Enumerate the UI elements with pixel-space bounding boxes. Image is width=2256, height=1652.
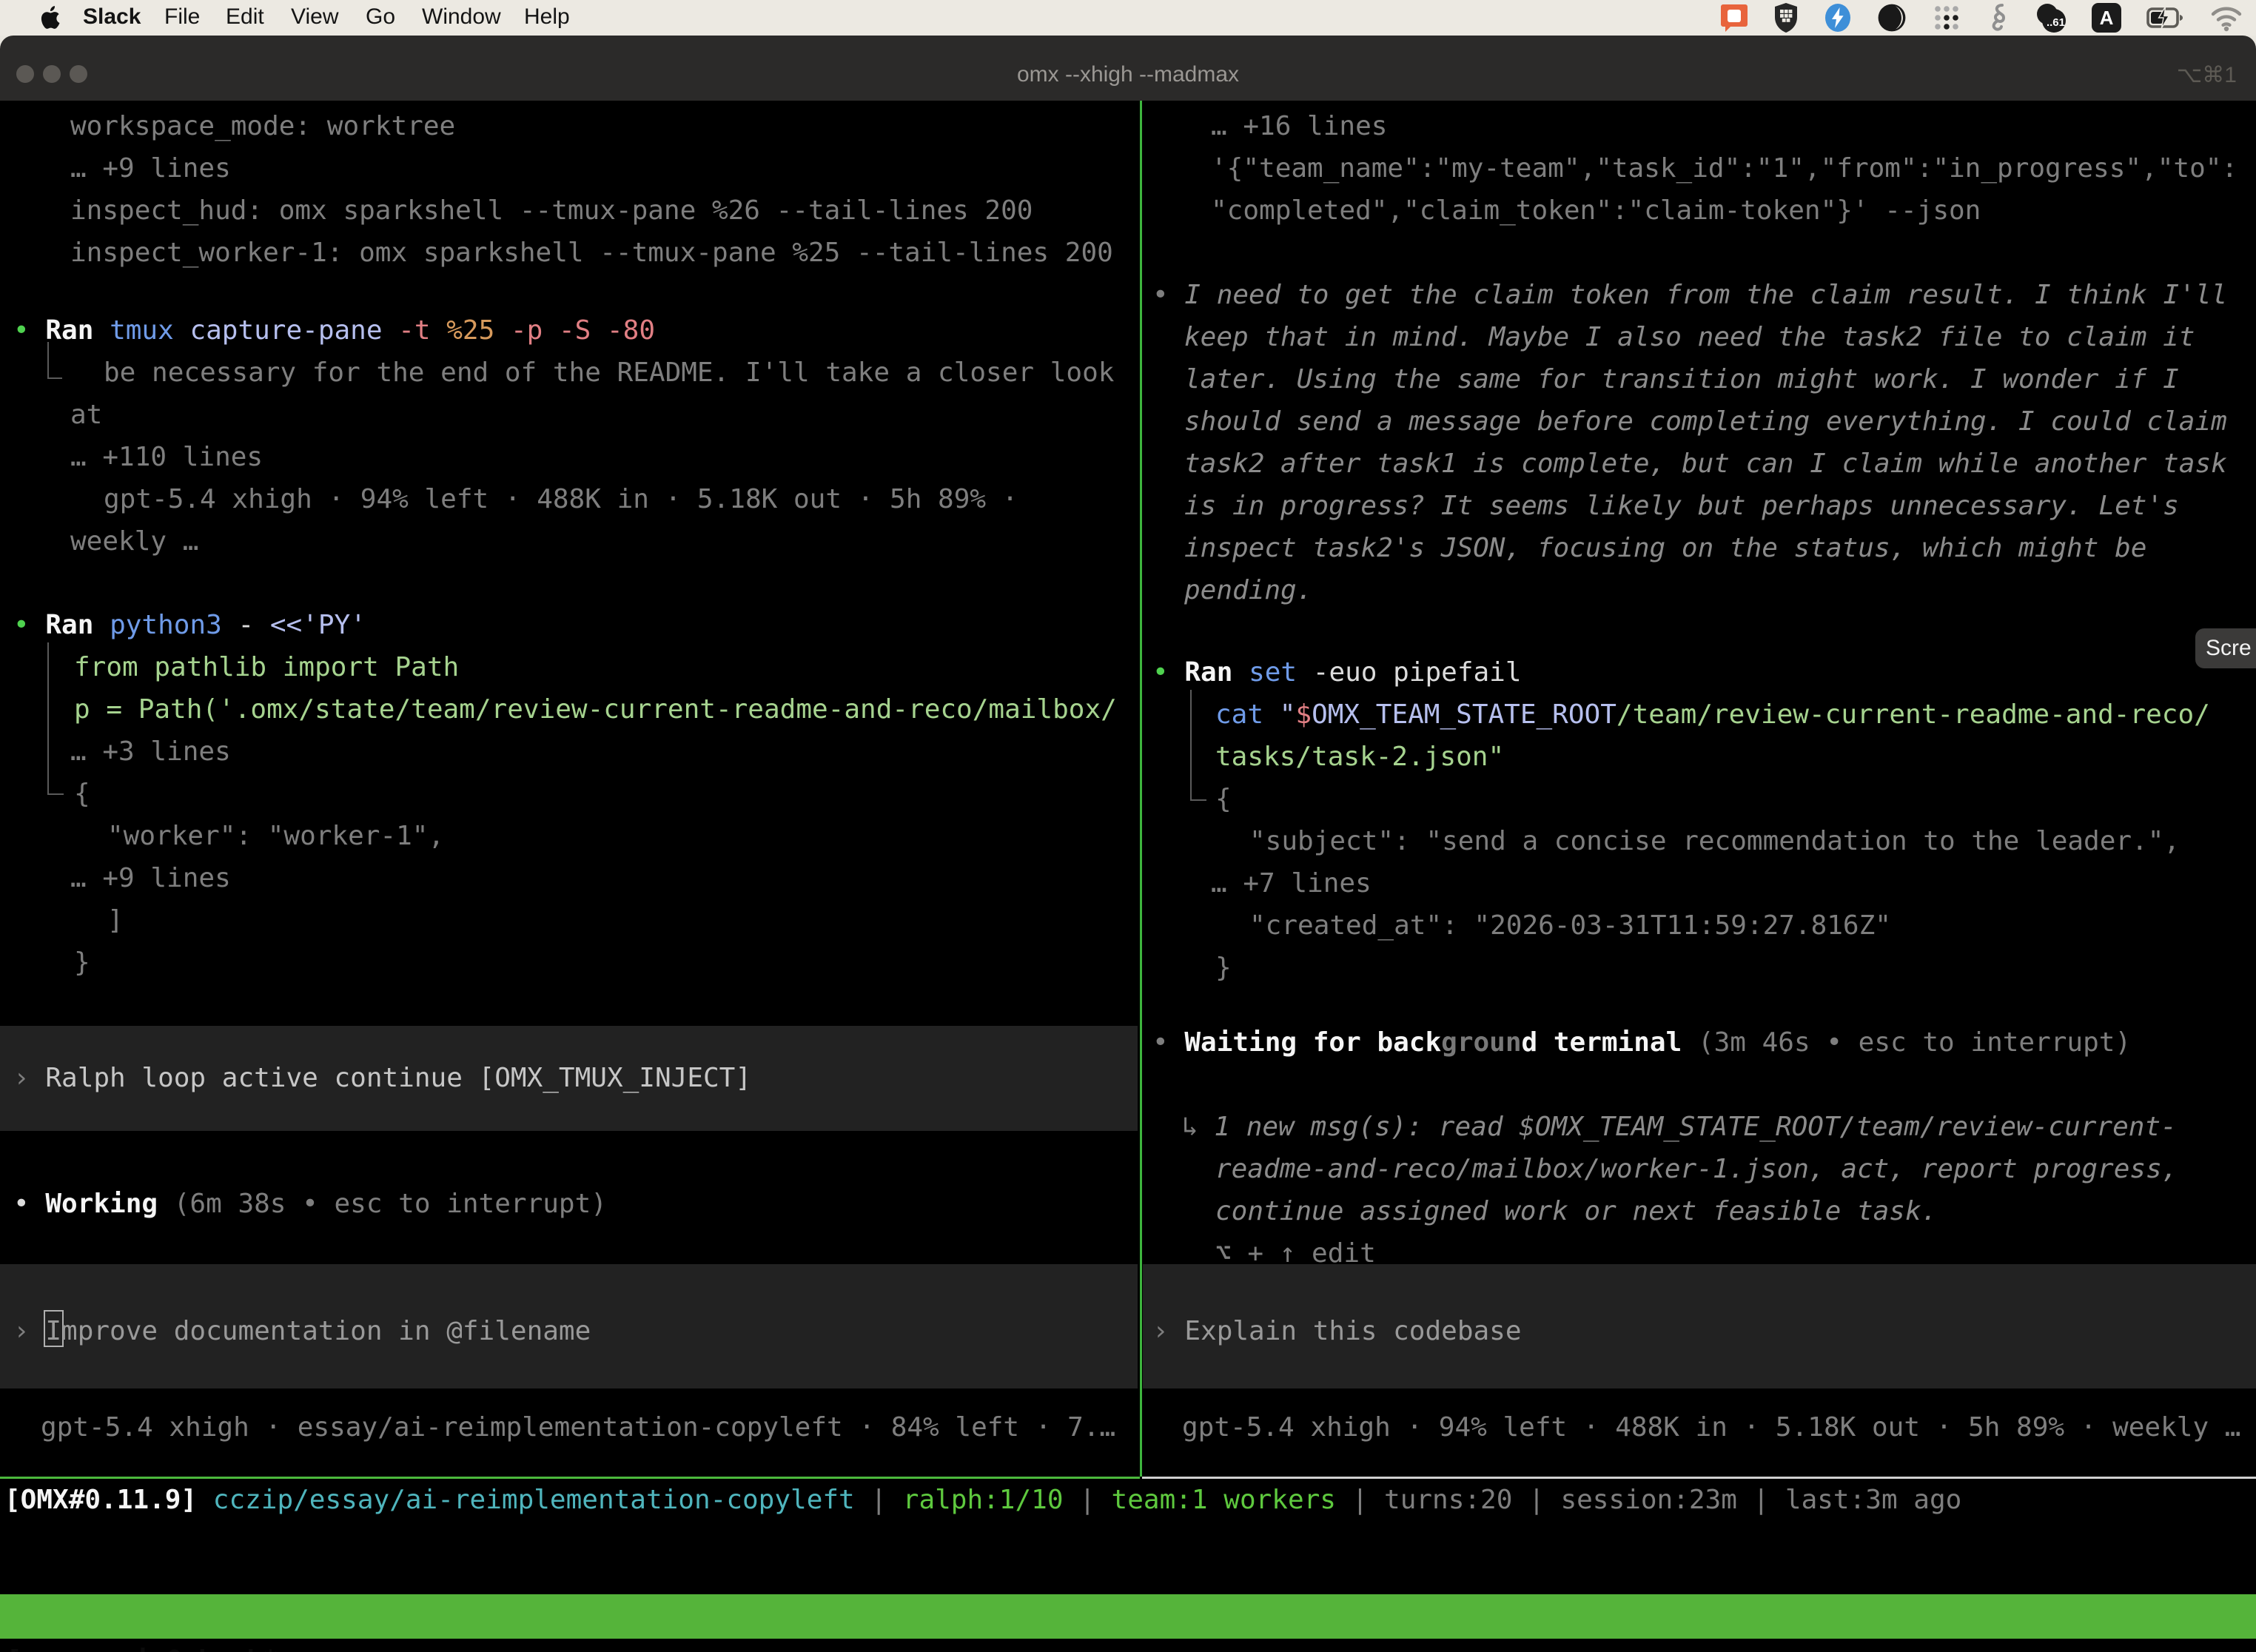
input-source-letter: A: [2100, 7, 2114, 30]
terminal-line: }: [1215, 947, 1232, 989]
status-segment: |: [1352, 1485, 1384, 1515]
terminal-line: be necessary for the end of the README. …: [104, 352, 1114, 394]
battery-percent-text: ..61: [2047, 16, 2065, 29]
omx-status-line: [OMX#0.11.9] cczip/essay/ai-reimplementa…: [4, 1479, 1961, 1521]
terminal-line: weekly …: [70, 520, 198, 563]
status-segment: |: [1753, 1485, 1785, 1515]
terminal-line: … +16 lines: [1211, 105, 1387, 147]
status-segment: ralph:1/10: [903, 1485, 1079, 1515]
status-segment: [OMX#0.11.9]: [4, 1485, 213, 1515]
menu-item-file[interactable]: File: [164, 4, 200, 30]
menu-item-edit[interactable]: Edit: [226, 4, 264, 30]
terminal-line: should send a message before completing …: [1184, 400, 2227, 443]
tmux-session-label: [omx-cczip0:bash*: [6, 1639, 278, 1652]
terminal-line: "completed","claim_token":"claim-token"}…: [1211, 189, 1981, 232]
window-title: omx --xhigh --madmax: [0, 62, 2256, 87]
status-segment: team:1 workers: [1112, 1485, 1352, 1515]
tmux-status-bar: [omx-cczip0:bash* "MacBook-Pro-44.local"…: [0, 1594, 2256, 1639]
terminal-line: ↳ 1 new msg(s): read $OMX_TEAM_STATE_ROO…: [1182, 1106, 2177, 1148]
status-segment: last:3m ago: [1785, 1485, 1961, 1515]
lightning-badge-icon[interactable]: [1824, 3, 1852, 33]
terminal-line: cat "$OMX_TEAM_STATE_ROOT/team/review-cu…: [1215, 694, 2210, 736]
terminal-line: … +7 lines: [1211, 862, 1372, 904]
shield-icon[interactable]: [1773, 2, 1799, 33]
terminal-line: {: [1215, 778, 1232, 820]
dots-grid-icon[interactable]: [1932, 3, 1961, 33]
terminal-line: › Explain this codebase: [1152, 1310, 1522, 1352]
input-source-a-badge[interactable]: A: [2092, 3, 2121, 33]
terminal-line: inspect task2's JSON, focusing on the st…: [1184, 527, 2146, 569]
terminal-line: task2 after task1 is complete, but can I…: [1184, 443, 2227, 485]
terminal-line: ⌥ + ↑ edit: [1215, 1232, 1376, 1275]
terminal-line: • Ran python3 - <<'PY': [13, 604, 366, 646]
terminal-line: gpt-5.4 xhigh · 94% left · 488K in · 5.1…: [1182, 1406, 2240, 1448]
terminal-line: pending.: [1184, 569, 1312, 611]
connector-line: [1190, 690, 1206, 801]
terminal-line: • Waiting for background terminal (3m 46…: [1152, 1021, 2131, 1064]
terminal-line: continue assigned work or next feasible …: [1215, 1190, 1937, 1232]
terminal-line: "worker": "worker-1",: [107, 815, 444, 857]
terminal-line: › Ralph loop active continue [OMX_TMUX_I…: [13, 1057, 751, 1099]
status-segment: |: [1079, 1485, 1111, 1515]
terminal-line: › Improve documentation in @filename: [13, 1310, 591, 1352]
terminal-line: }: [74, 941, 90, 984]
status-segment: |: [870, 1485, 902, 1515]
terminal-line: … +9 lines: [70, 147, 231, 189]
terminal-line: tasks/task-2.json": [1215, 736, 1504, 778]
menu-bar-status-icons: ..61 A: [1720, 0, 2243, 36]
terminal-line: gpt-5.4 xhigh · essay/ai-reimplementatio…: [41, 1406, 1115, 1448]
menu-item-go[interactable]: Go: [366, 4, 395, 30]
terminal-line: • Ran set -euo pipefail: [1152, 651, 1522, 694]
terminal-line: inspect_worker-1: omx sparkshell --tmux-…: [70, 232, 1113, 274]
screen-share-overlay[interactable]: Scre: [2195, 628, 2256, 668]
terminal-line: "created_at": "2026-03-31T11:59:27.816Z": [1249, 904, 1891, 947]
terminal-line: p = Path('.omx/state/team/review-current…: [74, 688, 1117, 731]
chat-bubble-icon[interactable]: [1720, 3, 1748, 33]
wifi-icon[interactable]: [2210, 4, 2243, 32]
terminal-line: ]: [107, 899, 124, 941]
terminal-window[interactable]: workspace_mode: worktree… +9 linesinspec…: [0, 101, 2256, 1652]
status-segment: cczip/essay/ai-reimplementation-copyleft: [213, 1485, 871, 1515]
terminal-line: later. Using the same for transition mig…: [1184, 358, 2179, 400]
terminal-line: readme-and-reco/mailbox/worker-1.json, a…: [1215, 1148, 2178, 1190]
terminal-line: • I need to get the claim token from the…: [1152, 274, 2227, 316]
terminal-line: • Working (6m 38s • esc to interrupt): [13, 1183, 607, 1225]
crescent-icon[interactable]: [1877, 3, 1907, 33]
thread-icon[interactable]: [1987, 2, 2009, 33]
status-segment: turns:20: [1384, 1485, 1528, 1515]
terminal-line: "subject": "send a concise recommendatio…: [1249, 820, 2180, 862]
menu-item-help[interactable]: Help: [524, 4, 570, 30]
menu-app-name[interactable]: Slack: [83, 4, 141, 30]
status-segment: |: [1528, 1485, 1560, 1515]
terminal-line: keep that in mind. Maybe I also need the…: [1184, 316, 2195, 358]
status-segment: session:23m: [1560, 1485, 1753, 1515]
terminal-line: • Ran tmux capture-pane -t %25 -p -S -80: [13, 309, 655, 352]
menu-item-view[interactable]: View: [291, 4, 338, 30]
terminal-line: inspect_hud: omx sparkshell --tmux-pane …: [70, 189, 1033, 232]
tmux-pane-divider[interactable]: [1140, 101, 1142, 1477]
terminal-line: from pathlib import Path: [74, 646, 459, 688]
terminal-line: workspace_mode: worktree: [70, 105, 455, 147]
terminal-line: is in progress? It seems likely but perh…: [1184, 485, 2179, 527]
terminal-line: at: [70, 394, 102, 436]
macos-menu-bar: Slack File Edit View Go Window Help ..61…: [0, 0, 2256, 36]
terminal-line: … +9 lines: [70, 857, 231, 899]
battery-percent-badge[interactable]: ..61: [2034, 2, 2067, 33]
window-shortcut-badge: ⌥⌘1: [2177, 62, 2237, 88]
menu-item-window[interactable]: Window: [422, 4, 501, 30]
terminal-line: gpt-5.4 xhigh · 94% left · 488K in · 5.1…: [104, 478, 1018, 520]
terminal-line: '{"team_name":"my-team","task_id":"1","f…: [1211, 147, 2237, 189]
connector-line: [47, 642, 64, 795]
terminal-line: {: [74, 773, 90, 815]
terminal-line: … +3 lines: [70, 731, 231, 773]
apple-menu-icon[interactable]: [38, 4, 61, 31]
terminal-line: … +110 lines: [70, 436, 263, 478]
battery-charging-icon[interactable]: [2146, 3, 2185, 33]
